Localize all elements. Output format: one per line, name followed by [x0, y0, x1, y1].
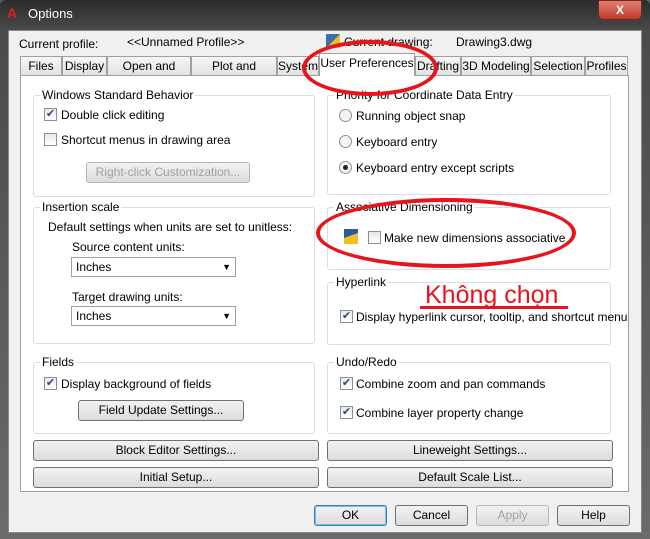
- combine-zoom-label: Combine zoom and pan commands: [356, 377, 546, 391]
- tab-profiles[interactable]: Profiles: [585, 56, 628, 75]
- display-hyperlink-checkbox[interactable]: ✔: [340, 310, 353, 323]
- tab-user-preferences[interactable]: User Preferences: [319, 53, 415, 76]
- tab-plot-and-publish[interactable]: Plot and Publish: [191, 56, 277, 91]
- dropdown-arrow-icon: ▼: [222, 311, 231, 321]
- lineweight-settings-button[interactable]: Lineweight Settings...: [327, 440, 613, 461]
- current-drawing-value: Drawing3.dwg: [456, 35, 533, 49]
- group-title: Undo/Redo: [334, 355, 399, 369]
- default-scale-list-button[interactable]: Default Scale List...: [327, 467, 613, 488]
- autocad-logo-icon: A: [7, 5, 18, 21]
- group-title: Hyperlink: [334, 275, 389, 289]
- initial-setup-button[interactable]: Initial Setup...: [33, 467, 319, 488]
- group-title: Priority for Coordinate Data Entry: [334, 88, 515, 102]
- group-title: Windows Standard Behavior: [40, 88, 196, 102]
- combine-layer-label: Combine layer property change: [356, 406, 524, 420]
- ok-button[interactable]: OK: [314, 505, 387, 526]
- current-profile-label: Current profile:: [19, 37, 99, 51]
- keyboard-except-scripts-label: Keyboard entry except scripts: [356, 161, 515, 175]
- close-button[interactable]: X: [598, 0, 642, 20]
- block-editor-settings-button[interactable]: Block Editor Settings...: [33, 440, 319, 461]
- group-title: Fields: [40, 355, 77, 369]
- combine-zoom-checkbox[interactable]: ✔: [340, 377, 353, 390]
- windows-behavior-group: Windows Standard Behavior ✔ Double click…: [33, 88, 315, 197]
- make-dimensions-associative-label: Make new dimensions associative: [384, 231, 566, 245]
- group-title: Associative Dimensioning: [334, 200, 475, 214]
- source-units-value: Inches: [76, 260, 112, 274]
- combine-layer-checkbox[interactable]: ✔: [340, 406, 353, 419]
- help-button[interactable]: Help: [557, 505, 630, 526]
- dimension-icon: [344, 229, 358, 244]
- double-click-label: Double click editing: [61, 108, 165, 122]
- shortcut-menus-checkbox[interactable]: [44, 133, 57, 146]
- keyboard-except-scripts-radio[interactable]: [339, 161, 352, 174]
- priority-group: Priority for Coordinate Data Entry Runni…: [327, 88, 611, 195]
- running-osnap-radio[interactable]: [339, 109, 352, 122]
- target-units-label: Target drawing units:: [72, 290, 183, 304]
- associative-dimensioning-group: Associative Dimensioning Make new dimens…: [327, 200, 611, 270]
- tab-files[interactable]: Files: [20, 56, 62, 75]
- fields-group: Fields ✔ Display background of fields Fi…: [33, 355, 315, 434]
- source-units-label: Source content units:: [72, 240, 185, 254]
- running-osnap-label: Running object snap: [356, 109, 466, 123]
- tab-open-and-save[interactable]: Open and Save: [107, 56, 191, 91]
- annotation-underline: [420, 306, 568, 309]
- display-bg-fields-checkbox[interactable]: ✔: [44, 377, 57, 390]
- display-hyperlink-label: Display hyperlink cursor, tooltip, and s…: [356, 310, 628, 324]
- field-update-settings-button[interactable]: Field Update Settings...: [78, 400, 244, 421]
- target-units-value: Inches: [76, 309, 112, 323]
- current-profile-value: <<Unnamed Profile>>: [127, 35, 245, 49]
- right-click-customization-button[interactable]: Right-click Customization...: [86, 162, 250, 183]
- tab-display[interactable]: Display: [62, 56, 107, 75]
- tab-system[interactable]: System: [277, 56, 319, 75]
- display-bg-fields-label: Display background of fields: [61, 377, 212, 391]
- tab-selection[interactable]: Selection: [531, 56, 585, 75]
- cancel-button[interactable]: Cancel: [395, 505, 468, 526]
- double-click-checkbox[interactable]: ✔: [44, 108, 57, 121]
- dropdown-arrow-icon: ▼: [222, 262, 231, 272]
- apply-button[interactable]: Apply: [476, 505, 549, 526]
- insertion-desc: Default settings when units are set to u…: [48, 220, 293, 234]
- group-title: Insertion scale: [40, 200, 122, 214]
- window-title: Options: [28, 6, 73, 21]
- undo-redo-group: Undo/Redo ✔ Combine zoom and pan command…: [327, 355, 611, 434]
- keyboard-entry-label: Keyboard entry: [356, 135, 438, 149]
- make-dimensions-associative-checkbox[interactable]: [368, 231, 381, 244]
- tab-3d-modeling[interactable]: 3D Modeling: [461, 56, 531, 75]
- keyboard-entry-radio[interactable]: [339, 135, 352, 148]
- tab-drafting[interactable]: Drafting: [415, 56, 461, 75]
- shortcut-menus-label: Shortcut menus in drawing area: [61, 133, 231, 147]
- source-units-select[interactable]: Inches ▼: [71, 257, 236, 277]
- target-units-select[interactable]: Inches ▼: [71, 306, 236, 326]
- drawing-icon: [326, 34, 340, 48]
- current-drawing-label: Current drawing:: [344, 35, 433, 49]
- insertion-scale-group: Insertion scale Default settings when un…: [33, 200, 315, 344]
